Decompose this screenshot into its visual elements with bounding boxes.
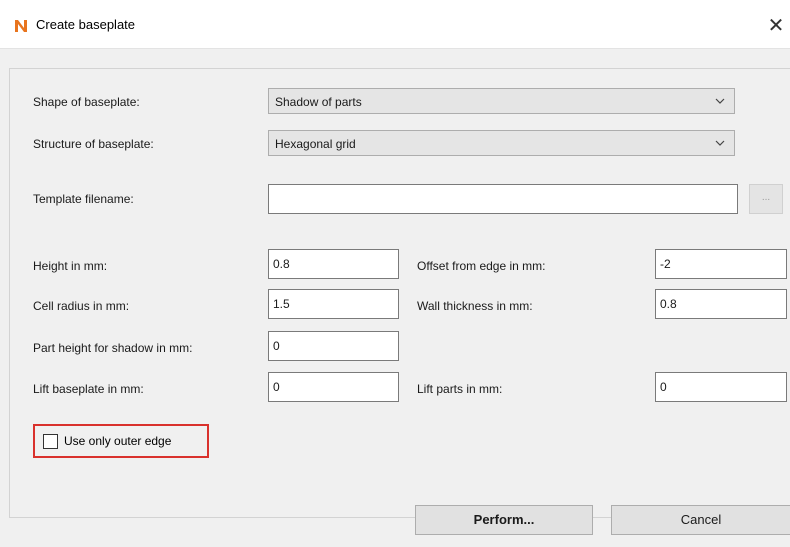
- lift-parts-input[interactable]: 0: [655, 372, 787, 402]
- offset-label: Offset from edge in mm:: [417, 259, 546, 273]
- outer-edge-checkbox[interactable]: [43, 434, 58, 449]
- browse-button[interactable]: ...: [749, 184, 783, 214]
- template-label: Template filename:: [33, 192, 134, 206]
- title-bar: Create baseplate ✕: [0, 0, 790, 49]
- part-height-input[interactable]: 0: [268, 331, 399, 361]
- lift-baseplate-input[interactable]: 0: [268, 372, 399, 402]
- lift-baseplate-label: Lift baseplate in mm:: [33, 382, 144, 396]
- dialog-body: Shape of baseplate: Shadow of parts Stru…: [0, 49, 790, 547]
- window-title: Create baseplate: [36, 17, 136, 32]
- wall-thickness-value: 0.8: [660, 297, 677, 311]
- outer-edge-highlight: Use only outer edge: [33, 424, 209, 458]
- cancel-button[interactable]: Cancel: [611, 505, 790, 535]
- structure-select-value: Hexagonal grid: [275, 137, 356, 151]
- cell-radius-label: Cell radius in mm:: [33, 299, 130, 313]
- part-height-value: 0: [273, 339, 280, 353]
- shape-select-value: Shadow of parts: [275, 95, 362, 109]
- offset-input[interactable]: -2: [655, 249, 787, 279]
- height-label: Height in mm:: [33, 259, 108, 273]
- height-input[interactable]: 0.8: [268, 249, 399, 279]
- part-height-label: Part height for shadow in mm:: [33, 341, 193, 355]
- close-icon: ✕: [767, 13, 785, 37]
- cell-radius-input[interactable]: 1.5: [268, 289, 399, 319]
- shape-select[interactable]: Shadow of parts: [268, 88, 735, 114]
- offset-value: -2: [660, 257, 671, 271]
- chevron-down-icon: [715, 98, 725, 104]
- height-value: 0.8: [273, 257, 290, 271]
- structure-select[interactable]: Hexagonal grid: [268, 130, 735, 156]
- chevron-down-icon: [715, 140, 725, 146]
- lift-parts-label: Lift parts in mm:: [417, 382, 503, 396]
- perform-button[interactable]: Perform...: [415, 505, 593, 535]
- n-logo-icon: [15, 20, 27, 32]
- lift-baseplate-value: 0: [273, 380, 280, 394]
- cell-radius-value: 1.5: [273, 297, 290, 311]
- structure-label: Structure of baseplate:: [33, 137, 154, 151]
- close-button[interactable]: ✕: [762, 10, 790, 40]
- lift-parts-value: 0: [660, 380, 667, 394]
- wall-thickness-input[interactable]: 0.8: [655, 289, 787, 319]
- template-filename-input[interactable]: [268, 184, 738, 214]
- wall-thickness-label: Wall thickness in mm:: [417, 299, 533, 313]
- outer-edge-label[interactable]: Use only outer edge: [64, 434, 171, 448]
- shape-label: Shape of baseplate:: [33, 95, 140, 109]
